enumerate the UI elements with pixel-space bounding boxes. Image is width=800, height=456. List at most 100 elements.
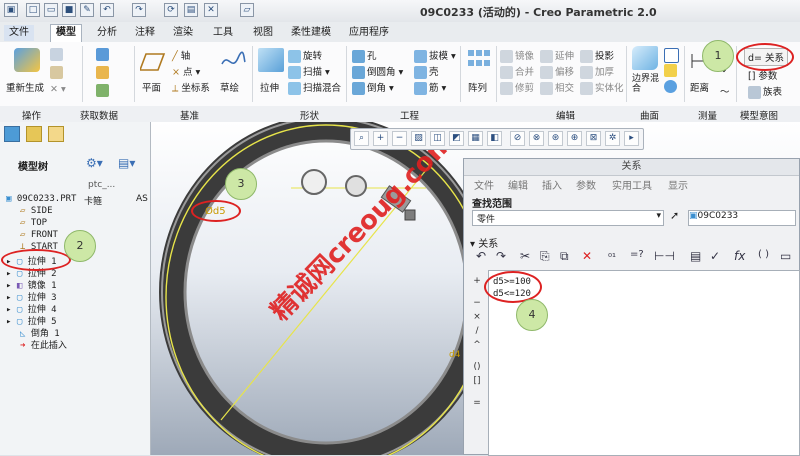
boundary-blend-icon[interactable]	[632, 46, 658, 70]
group-engineering[interactable]: 工程	[400, 108, 419, 122]
reorient-icon[interactable]: ◫	[430, 131, 445, 146]
datum-axes-icon[interactable]: ⊗	[529, 131, 544, 146]
tab-file[interactable]: 文件	[4, 25, 34, 41]
tab-model[interactable]: 模型	[50, 24, 82, 43]
tree-settings-icon[interactable]: ⚙▾	[86, 156, 103, 170]
user-defined-feature-icon[interactable]	[96, 48, 111, 61]
tab-applications[interactable]: 应用程序	[344, 25, 394, 41]
regenerate-icon[interactable]: ⟳	[164, 3, 178, 17]
rib-button[interactable]: 筋 ▾	[414, 80, 446, 95]
multiply-icon[interactable]: ×	[468, 312, 486, 322]
copy-icon[interactable]: ⎘	[540, 249, 550, 264]
delete-icon[interactable]: ✕	[582, 249, 592, 263]
repaint-icon[interactable]: ▨	[411, 131, 426, 146]
tab-render[interactable]: 渲染	[168, 25, 198, 41]
display-style-icon[interactable]: ◧	[487, 131, 502, 146]
point-button[interactable]: × 点 ▾	[172, 64, 200, 78]
zoom-in-icon[interactable]: +	[373, 131, 388, 146]
delete-icon[interactable]: ✕ ▾	[50, 84, 66, 95]
sort-icon[interactable]: ▤	[690, 249, 701, 263]
family-table-button[interactable]: 族表	[748, 84, 782, 99]
freestyle-icon[interactable]	[664, 80, 679, 93]
group-surfaces[interactable]: 曲面	[640, 108, 659, 122]
group-get-data[interactable]: 获取数据	[80, 108, 118, 122]
column-header-ptc[interactable]: ptc_...	[88, 180, 115, 190]
tree-item-side[interactable]: ▱ SIDE	[20, 206, 53, 216]
new-file-icon[interactable]: □	[26, 3, 40, 17]
fill-icon[interactable]	[664, 48, 681, 63]
pattern-icon[interactable]	[466, 48, 492, 72]
tab-flexible-modeling[interactable]: 柔性建模	[286, 25, 336, 41]
tab-tools[interactable]: 工具	[208, 25, 238, 41]
evaluate-icon[interactable]: =?	[630, 249, 644, 260]
tree-item-part[interactable]: ▣ 09C0233.PRT	[6, 194, 76, 204]
minus-icon[interactable]: −	[468, 298, 486, 308]
regenerate-button[interactable]: 重新生成	[6, 80, 44, 94]
csys-button[interactable]: ⟂ 坐标系	[172, 80, 210, 94]
group-measure[interactable]: 测量	[698, 108, 717, 122]
group-datum[interactable]: 基准	[180, 108, 199, 122]
save-icon[interactable]: ■	[62, 3, 76, 17]
dialog-menu-file[interactable]: 文件	[474, 177, 494, 192]
dialog-menu-insert[interactable]: 插入	[542, 177, 562, 192]
folder-browser-tab-icon[interactable]	[26, 126, 42, 142]
spin-center-icon[interactable]: ✲	[605, 131, 620, 146]
copy-icon[interactable]	[50, 48, 65, 61]
sketch-icon[interactable]	[220, 50, 246, 74]
group-model-intent[interactable]: 模型意图	[740, 108, 778, 122]
draft-button[interactable]: 拔模 ▾	[414, 48, 456, 63]
group-shapes[interactable]: 形状	[300, 108, 319, 122]
annotation-display-icon[interactable]: ⊠	[586, 131, 601, 146]
extrude-icon[interactable]	[258, 48, 284, 72]
pattern-button[interactable]: 阵列	[468, 80, 487, 94]
solidify-button[interactable]: 实体化	[580, 80, 624, 95]
paste-icon[interactable]	[50, 66, 65, 79]
redo-icon[interactable]: ↷	[496, 249, 506, 263]
thicken-button[interactable]: 加厚	[580, 64, 614, 79]
dialog-menu-utilities[interactable]: 实用工具	[612, 177, 652, 192]
model-tree-tab-icon[interactable]	[4, 126, 20, 142]
cut-icon[interactable]: ✂	[520, 249, 530, 263]
open-file-icon[interactable]: ▭	[44, 3, 58, 17]
boundary-blend-button[interactable]: 边界混合	[632, 74, 662, 94]
dialog-menu-edit[interactable]: 编辑	[508, 177, 528, 192]
saved-views-icon[interactable]: ◩	[449, 131, 464, 146]
undo-icon[interactable]: ↶	[100, 3, 114, 17]
distance-button[interactable]: 距离	[690, 80, 709, 94]
trim-button[interactable]: 修剪	[500, 80, 534, 95]
tree-item-insert-here[interactable]: ➜ 在此插入	[20, 338, 67, 351]
folder-icon[interactable]: ▱	[240, 3, 254, 17]
select-arrow-icon[interactable]: ➚	[670, 209, 679, 222]
datum-points-icon[interactable]: ⊛	[548, 131, 563, 146]
swept-blend-button[interactable]: 扫描混合	[288, 80, 341, 95]
show-dimensions-icon[interactable]: ₀₁	[608, 249, 616, 260]
edit-icon[interactable]: ✎	[80, 3, 94, 17]
power-icon[interactable]: ^	[468, 340, 486, 350]
zoom-out-icon[interactable]: −	[392, 131, 407, 146]
tree-item-top[interactable]: ▱ TOP	[20, 218, 47, 228]
group-operations[interactable]: 操作	[22, 108, 41, 122]
project-button[interactable]: 投影	[580, 48, 614, 63]
regenerate-icon[interactable]	[14, 48, 40, 72]
layout-icon[interactable]: ▭	[780, 249, 791, 263]
shell-button[interactable]: 壳	[414, 64, 439, 79]
plane-button[interactable]: 平面	[142, 80, 161, 94]
tab-view[interactable]: 视图	[248, 25, 278, 41]
tree-filter-icon[interactable]: ▤▾	[118, 156, 135, 170]
divide-icon[interactable]: /	[468, 326, 486, 336]
plane-icon[interactable]	[138, 50, 166, 74]
sweep-button[interactable]: 扫描 ▾	[288, 64, 330, 79]
hole-button[interactable]: 孔	[352, 48, 377, 63]
insert-dimension-icon[interactable]: ⊢⊣	[654, 249, 675, 263]
csys-display-icon[interactable]: ⊕	[567, 131, 582, 146]
tab-analysis[interactable]: 分析	[92, 25, 122, 41]
datum-planes-icon[interactable]: ⊘	[510, 131, 525, 146]
relations-editor[interactable]: d5>=100 d5<=120	[488, 270, 800, 456]
paste-icon[interactable]: ⧉	[560, 249, 569, 264]
style-icon[interactable]	[664, 64, 679, 77]
chamfer-button[interactable]: 倒角 ▾	[352, 80, 394, 95]
column-header-clamp[interactable]: 卡箍	[84, 194, 102, 207]
animation-icon[interactable]: ▸	[624, 131, 639, 146]
sketch-button[interactable]: 草绘	[220, 80, 239, 94]
parentheses-icon[interactable]: ()	[468, 362, 486, 372]
